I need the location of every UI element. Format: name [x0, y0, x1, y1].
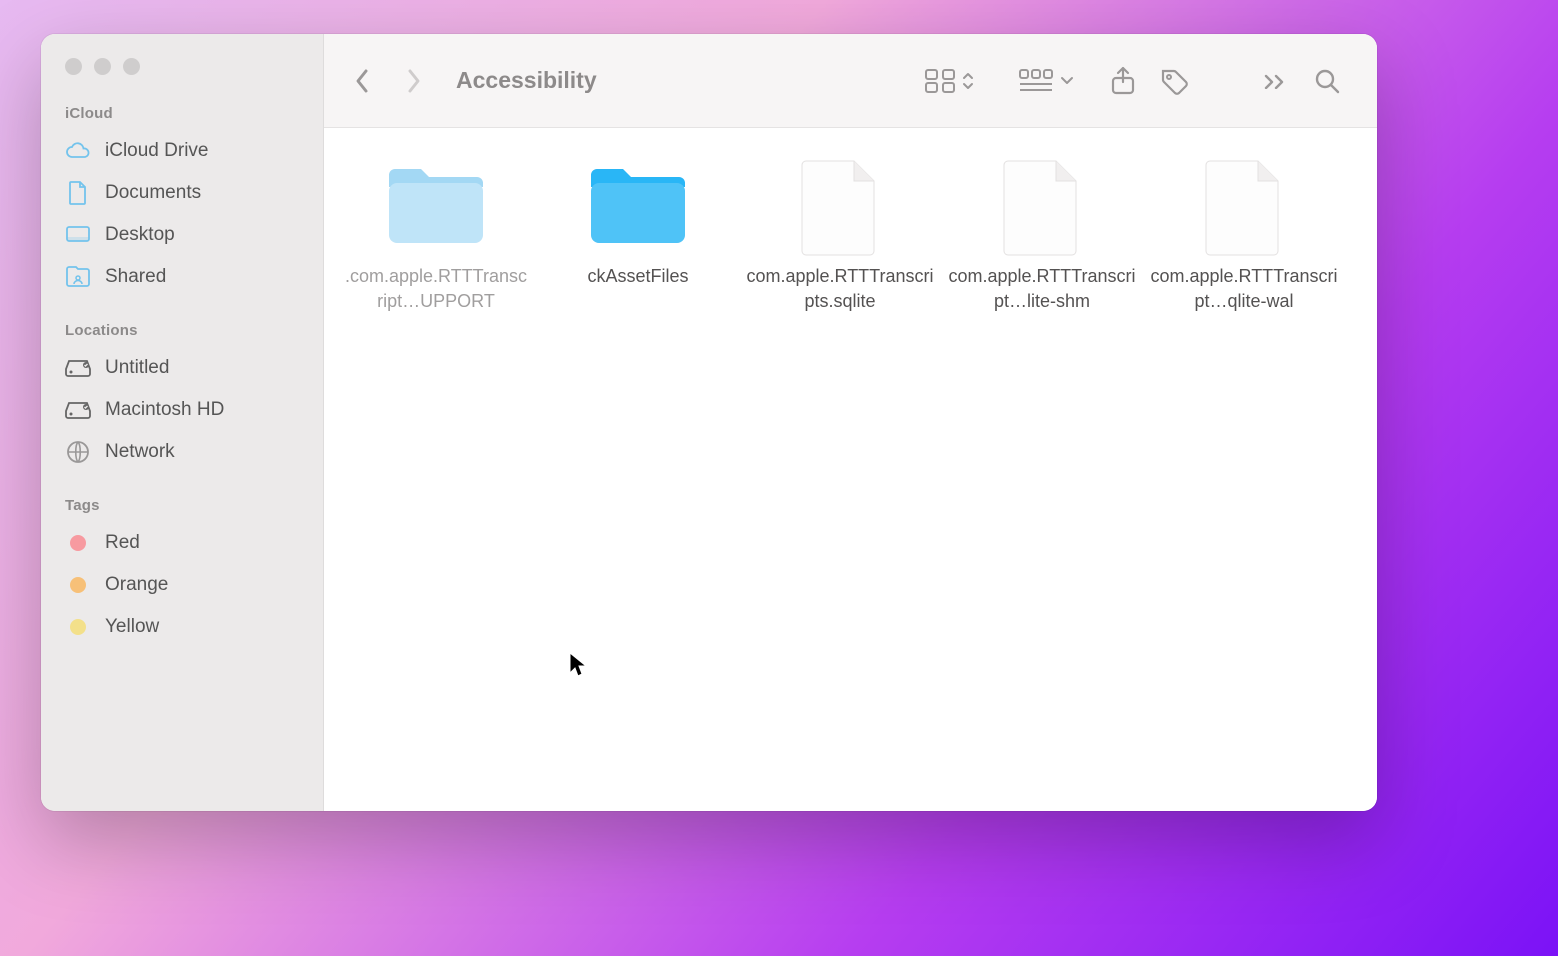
folder-item[interactable]: ckAssetFiles [540, 158, 736, 289]
sidebar-item-label: Untitled [105, 357, 169, 379]
sidebar-item-tag-red[interactable]: Red [41, 522, 323, 564]
shared-folder-icon [65, 264, 91, 290]
sidebar-item-label: Documents [105, 182, 201, 204]
sidebar-section-icloud: iCloud iCloud Drive Documents Desktop [41, 105, 323, 298]
finder-window: iCloud iCloud Drive Documents Desktop [41, 34, 1377, 811]
tag-dot-icon [65, 614, 91, 640]
file-item[interactable]: com.apple.RTTTranscript…lite-shm [944, 158, 1140, 314]
close-button[interactable] [65, 58, 82, 75]
chevron-down-icon [1059, 75, 1075, 87]
tags-button[interactable] [1153, 59, 1197, 103]
document-icon [65, 180, 91, 206]
sidebar-section-tags: Tags Red Orange Yellow [41, 497, 323, 648]
item-label: com.apple.RTTTranscripts.sqlite [742, 258, 938, 314]
sidebar-section-label: Tags [41, 497, 323, 522]
folder-item[interactable]: .com.apple.RTTTranscript…UPPORT [338, 158, 534, 314]
sidebar-item-label: Orange [105, 574, 168, 596]
sidebar: iCloud iCloud Drive Documents Desktop [41, 34, 324, 811]
grid-icon [925, 69, 955, 93]
sidebar-item-label: Yellow [105, 616, 159, 638]
share-button[interactable] [1101, 59, 1145, 103]
file-item[interactable]: com.apple.RTTTranscripts.sqlite [742, 158, 938, 314]
sidebar-item-macintosh-hd[interactable]: Macintosh HD [41, 389, 323, 431]
item-label: .com.apple.RTTTranscript…UPPORT [338, 258, 534, 314]
grid-stack-icon [1019, 69, 1053, 93]
cloud-icon [65, 138, 91, 164]
folder-icon [381, 158, 491, 258]
sidebar-item-tag-yellow[interactable]: Yellow [41, 606, 323, 648]
desktop-icon [65, 222, 91, 248]
sidebar-item-label: Red [105, 532, 140, 554]
sidebar-item-icloud-drive[interactable]: iCloud Drive [41, 130, 323, 172]
minimize-button[interactable] [94, 58, 111, 75]
window-title: Accessibility [456, 67, 597, 94]
forward-button[interactable] [392, 59, 436, 103]
overflow-button[interactable] [1253, 59, 1297, 103]
sidebar-item-label: iCloud Drive [105, 140, 208, 162]
tag-dot-icon [65, 572, 91, 598]
file-icon [1189, 158, 1299, 258]
sidebar-item-label: Network [105, 441, 175, 463]
disk-icon [65, 355, 91, 381]
back-button[interactable] [340, 59, 384, 103]
sidebar-item-documents[interactable]: Documents [41, 172, 323, 214]
group-by-control[interactable] [1019, 69, 1075, 93]
sidebar-item-network[interactable]: Network [41, 431, 323, 473]
main-pane: Accessibility [324, 34, 1377, 811]
sidebar-section-locations: Locations Untitled Macintosh HD Network [41, 322, 323, 473]
search-button[interactable] [1305, 59, 1349, 103]
disk-icon [65, 397, 91, 423]
item-label: ckAssetFiles [583, 258, 692, 289]
globe-icon [65, 439, 91, 465]
item-label: com.apple.RTTTranscript…lite-shm [944, 258, 1140, 314]
file-item[interactable]: com.apple.RTTTranscript…qlite-wal [1146, 158, 1342, 314]
sidebar-item-untitled[interactable]: Untitled [41, 347, 323, 389]
sidebar-item-shared[interactable]: Shared [41, 256, 323, 298]
toolbar: Accessibility [324, 34, 1377, 128]
folder-icon [583, 158, 693, 258]
window-controls [41, 58, 323, 105]
sidebar-item-tag-orange[interactable]: Orange [41, 564, 323, 606]
file-grid[interactable]: .com.apple.RTTTranscript…UPPORT ckAssetF… [324, 128, 1377, 811]
file-icon [785, 158, 895, 258]
tag-dot-icon [65, 530, 91, 556]
sidebar-section-label: Locations [41, 322, 323, 347]
zoom-button[interactable] [123, 58, 140, 75]
item-label: com.apple.RTTTranscript…qlite-wal [1146, 258, 1342, 314]
sidebar-item-label: Shared [105, 266, 166, 288]
view-mode-control[interactable] [925, 69, 975, 93]
file-icon [987, 158, 1097, 258]
sidebar-section-label: iCloud [41, 105, 323, 130]
sidebar-item-label: Macintosh HD [105, 399, 224, 421]
chevron-updown-icon [961, 70, 975, 92]
sidebar-item-label: Desktop [105, 224, 175, 246]
sidebar-item-desktop[interactable]: Desktop [41, 214, 323, 256]
